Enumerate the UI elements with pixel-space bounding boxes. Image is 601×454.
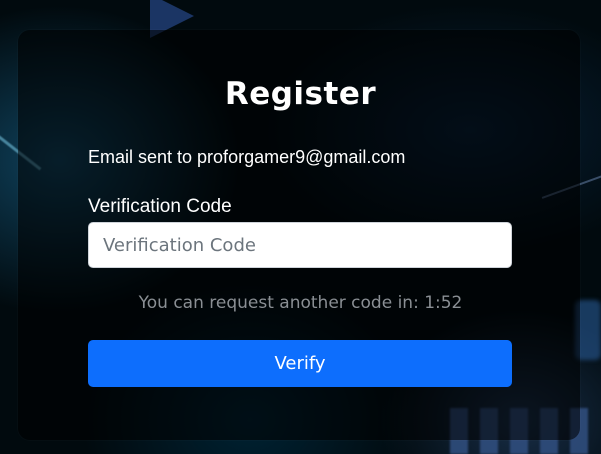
page-background: Register Email sent to proforgamer9@gmai…: [0, 0, 601, 454]
email-sent-message: Email sent to proforgamer9@gmail.com: [88, 147, 406, 167]
verification-code-input[interactable]: [88, 222, 512, 268]
verify-button[interactable]: Verify: [88, 340, 512, 387]
verification-code-label: Verification Code: [88, 196, 232, 217]
page-title: Register: [224, 76, 377, 112]
resend-countdown-text: You can request another code in: 1:52: [138, 293, 463, 313]
